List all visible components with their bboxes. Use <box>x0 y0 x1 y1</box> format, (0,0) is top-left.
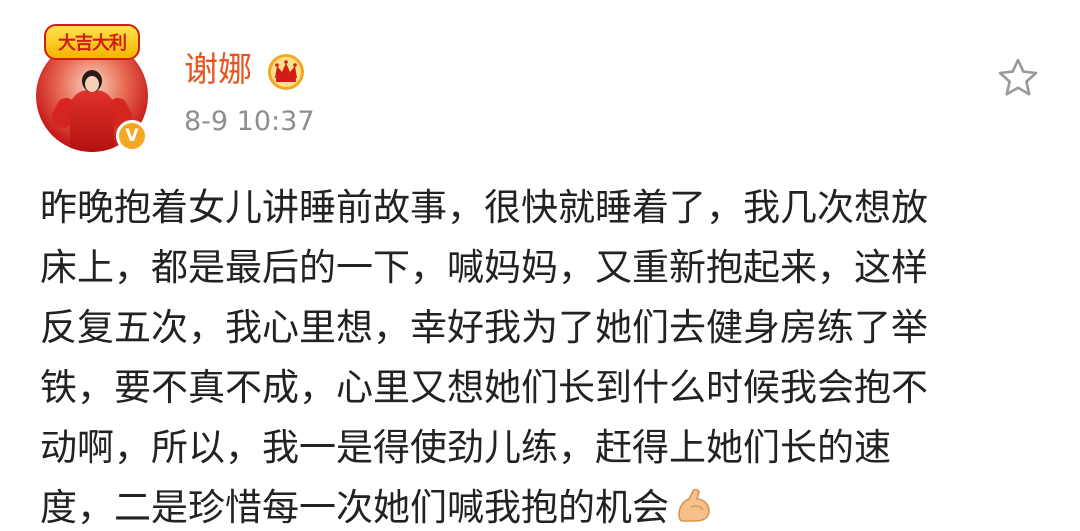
weibo-post: 大吉大利 V 谢娜 8-9 10:37 昨晚抱着女儿讲睡前故事，很快就睡着了，我… <box>0 0 1080 531</box>
avatar-banner: 大吉大利 <box>44 24 140 60</box>
post-line: 铁，要不真不成，心里又想她们长到什么时候我会抱不 <box>40 366 928 409</box>
post-line-last: 度，二是珍惜每一次她们喊我抱的机会 <box>40 478 1050 531</box>
crown-icon[interactable] <box>266 52 306 92</box>
post-line: 动啊，所以，我一是得使劲儿练，赶得上她们长的速 <box>40 426 891 469</box>
avatar-figure-body <box>70 90 114 152</box>
flexed-biceps-icon <box>678 488 710 522</box>
post-line-text: 度，二是珍惜每一次她们喊我抱的机会 <box>40 486 669 529</box>
post-body: 昨晚抱着女儿讲睡前故事，很快就睡着了，我几次想放 床上，都是最后的一下，喊妈妈，… <box>40 178 1050 531</box>
star-outline-icon[interactable] <box>996 56 1040 100</box>
post-timestamp: 8-9 10:37 <box>184 106 315 137</box>
user-avatar[interactable]: 大吉大利 V <box>36 24 154 152</box>
post-line: 昨晚抱着女儿讲睡前故事，很快就睡着了，我几次想放 <box>40 186 928 229</box>
post-line: 床上，都是最后的一下，喊妈妈，又重新抱起来，这样 <box>40 246 928 289</box>
username[interactable]: 谢娜 <box>184 48 252 92</box>
post-line: 反复五次，我心里想，幸好我为了她们去健身房练了举 <box>40 306 928 349</box>
avatar-figure-face <box>85 76 99 92</box>
verified-badge-icon: V <box>116 120 148 152</box>
